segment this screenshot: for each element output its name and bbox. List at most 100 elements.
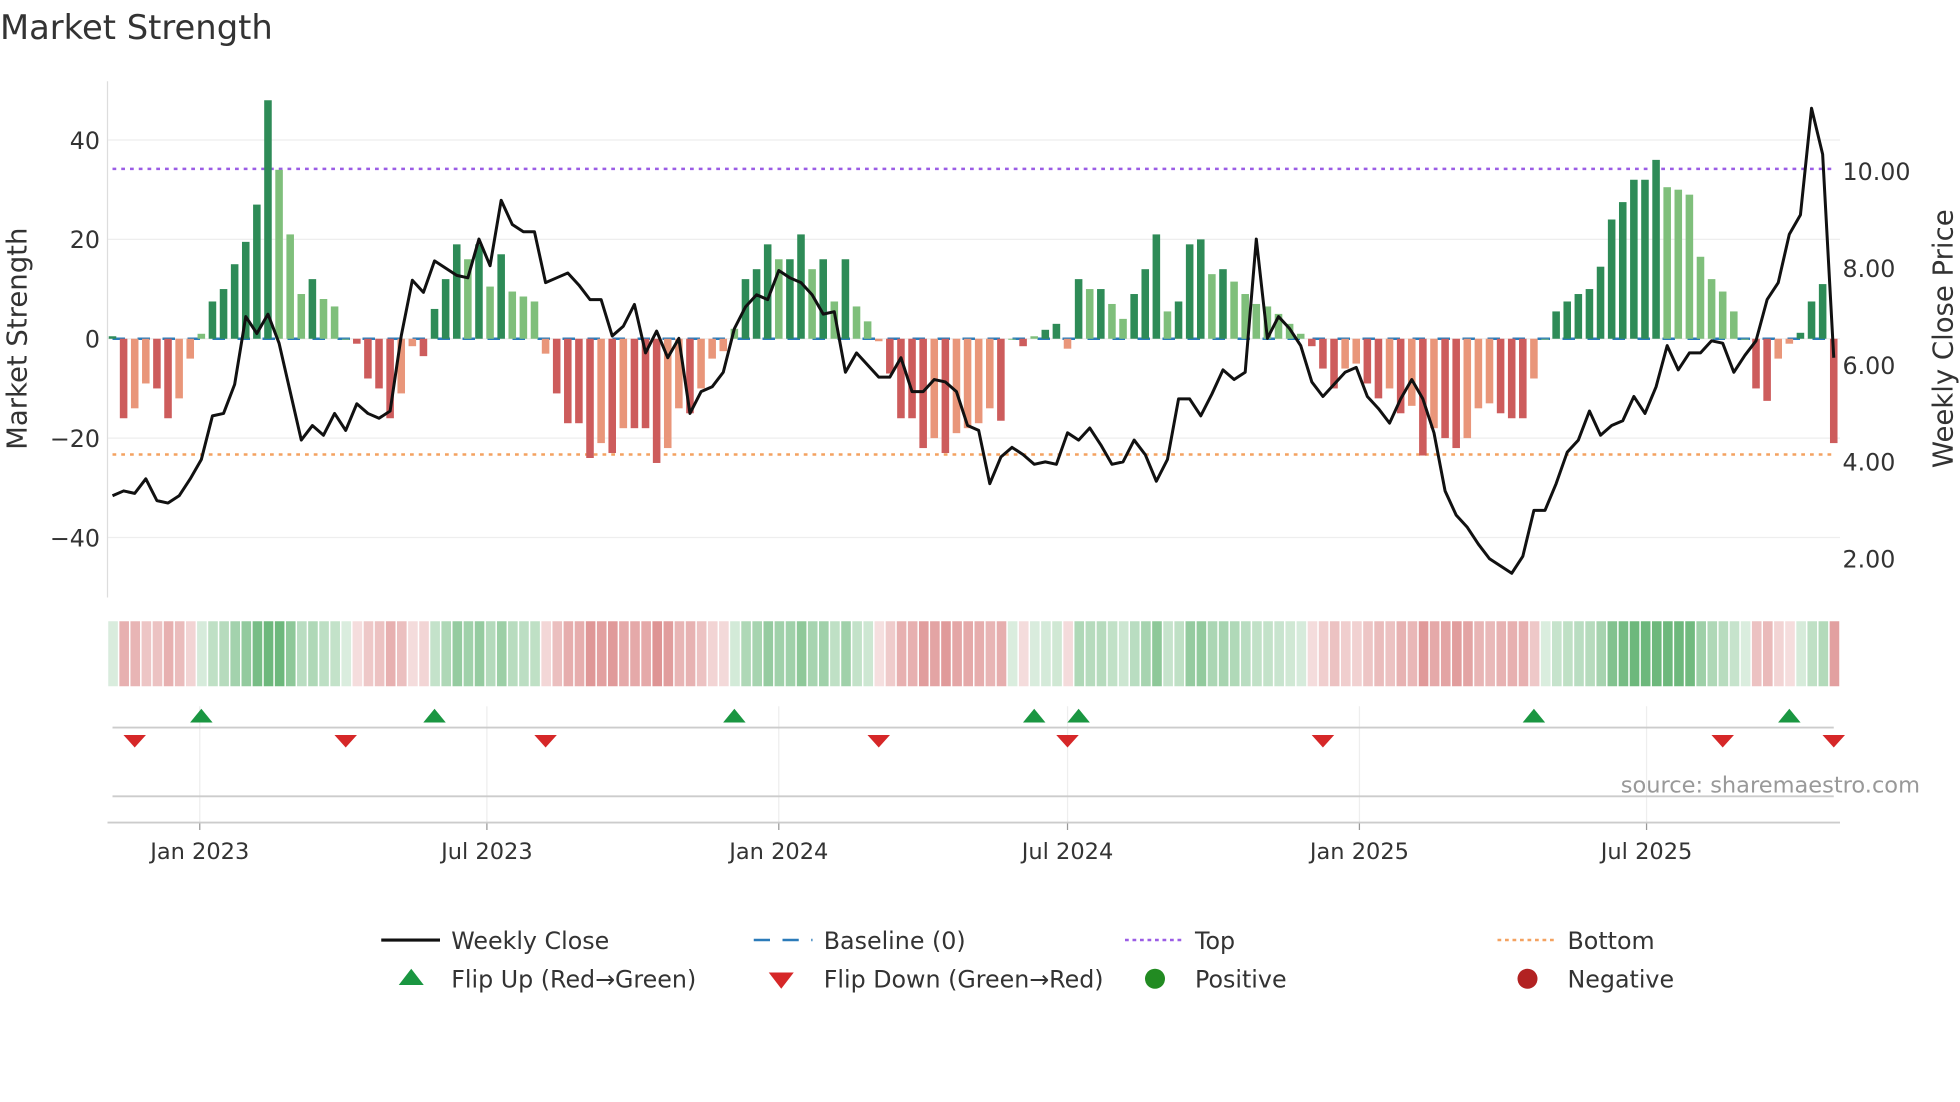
strength-bar [308, 279, 317, 339]
strength-bar [1119, 318, 1127, 339]
strip-cell [918, 621, 929, 687]
strength-bar [1385, 338, 1394, 389]
strength-bar [1163, 311, 1172, 339]
strength-bar [508, 291, 517, 339]
strip-cell [1118, 621, 1129, 687]
strength-bar [1618, 202, 1627, 339]
strength-bar [119, 338, 128, 419]
strength-bar [1763, 338, 1771, 401]
strip-cell [1107, 621, 1118, 687]
strip-cell [408, 621, 418, 687]
strip-cell [1163, 621, 1173, 687]
triangle-up-icon [398, 968, 424, 985]
strength-bar [1818, 284, 1827, 339]
strip-cell [1785, 621, 1795, 687]
legend-item: Weekly Close [381, 927, 609, 955]
strength-bar [1596, 266, 1605, 339]
strip-cell [485, 621, 496, 687]
strength-bar [341, 338, 350, 340]
strength-bar [997, 338, 1005, 421]
strip-cell [807, 621, 818, 687]
strip-cell [1285, 621, 1296, 687]
strength-bar [319, 299, 328, 339]
strip-cell [285, 621, 296, 687]
strip-cell [108, 621, 118, 687]
y2-tick-label: 8.00 [1843, 255, 1896, 283]
strength-bar [1341, 338, 1349, 369]
strip-cell [907, 621, 918, 687]
strength-bar [552, 338, 561, 394]
strip-cell [719, 621, 729, 687]
strip-cell [1507, 621, 1518, 687]
x-tick-label: Jul 2024 [1020, 839, 1114, 865]
strength-bar [264, 100, 272, 339]
strip-cell [519, 621, 529, 687]
legend-item: Baseline (0) [753, 927, 966, 955]
strip-cell [119, 621, 129, 687]
strip-cell [352, 621, 363, 687]
x-tick-label: Jul 2025 [1599, 839, 1693, 865]
flip-up-marker [1522, 708, 1546, 723]
flip-up-marker [423, 708, 446, 723]
strip-cell [1074, 621, 1085, 687]
strip-cell [1607, 621, 1618, 687]
strip-cell [1229, 621, 1240, 687]
strength-bar [786, 259, 794, 339]
strength-bar [1407, 338, 1416, 406]
strength-bar [1374, 338, 1383, 399]
strip-cell [1729, 621, 1740, 687]
strip-cell [1540, 621, 1551, 687]
strength-bar [1219, 269, 1227, 339]
strip-cell [1474, 621, 1484, 687]
strip-cell [1529, 621, 1540, 687]
strip-cell [752, 621, 762, 687]
strip-cell [663, 621, 674, 687]
strip-cell [1596, 621, 1607, 687]
strength-bar [142, 338, 150, 384]
strip-cell [1418, 621, 1429, 687]
strength-bar [1352, 338, 1361, 364]
strip-cell [1196, 621, 1207, 687]
strength-bar [1463, 338, 1472, 439]
legend-label: Flip Down (Green→Red) [824, 966, 1104, 994]
y-tick-label: 20 [70, 226, 100, 254]
y-tick-label: 40 [70, 127, 100, 155]
strip-cell [941, 621, 951, 687]
strip-cell [1185, 621, 1196, 687]
strength-bar [897, 338, 905, 419]
strength-bar [1030, 336, 1038, 339]
strip-cell [952, 621, 962, 687]
legend: Weekly Close Baseline (0) Top Bottom Flip Up… [381, 927, 1674, 994]
strength-bar [197, 333, 206, 339]
strength-bar [1607, 219, 1616, 339]
strength-bar [586, 338, 594, 458]
strip-cell [474, 621, 485, 687]
triangle-down-icon [768, 972, 794, 989]
strength-bar [1174, 301, 1183, 339]
strip-cell [1018, 621, 1029, 687]
strength-bar [475, 244, 483, 339]
strength-bar [430, 308, 439, 339]
strength-bar [1097, 289, 1105, 339]
strip-cell [707, 621, 718, 687]
strength-bar [930, 338, 939, 439]
strength-bar [652, 338, 661, 463]
legend-item: Flip Up (Red→Green) [398, 966, 696, 994]
strength-bar [1430, 338, 1438, 429]
strength-bar [752, 269, 761, 339]
strength-bar [1563, 301, 1572, 339]
legend-label: Baseline (0) [824, 927, 966, 955]
strip-cell [963, 621, 973, 687]
strip-cell [174, 621, 185, 687]
strip-cell [696, 621, 707, 687]
strength-bar [1774, 338, 1783, 359]
strength-bar [919, 338, 927, 449]
strength-bar [375, 338, 383, 389]
strength-bar [541, 338, 550, 354]
legend-label: Flip Up (Red→Green) [451, 966, 696, 994]
strip-cell [1429, 621, 1440, 687]
strip-cell [1218, 621, 1229, 687]
strip-cell [252, 621, 263, 687]
strength-bar [297, 294, 306, 339]
strength-bar [564, 338, 572, 424]
